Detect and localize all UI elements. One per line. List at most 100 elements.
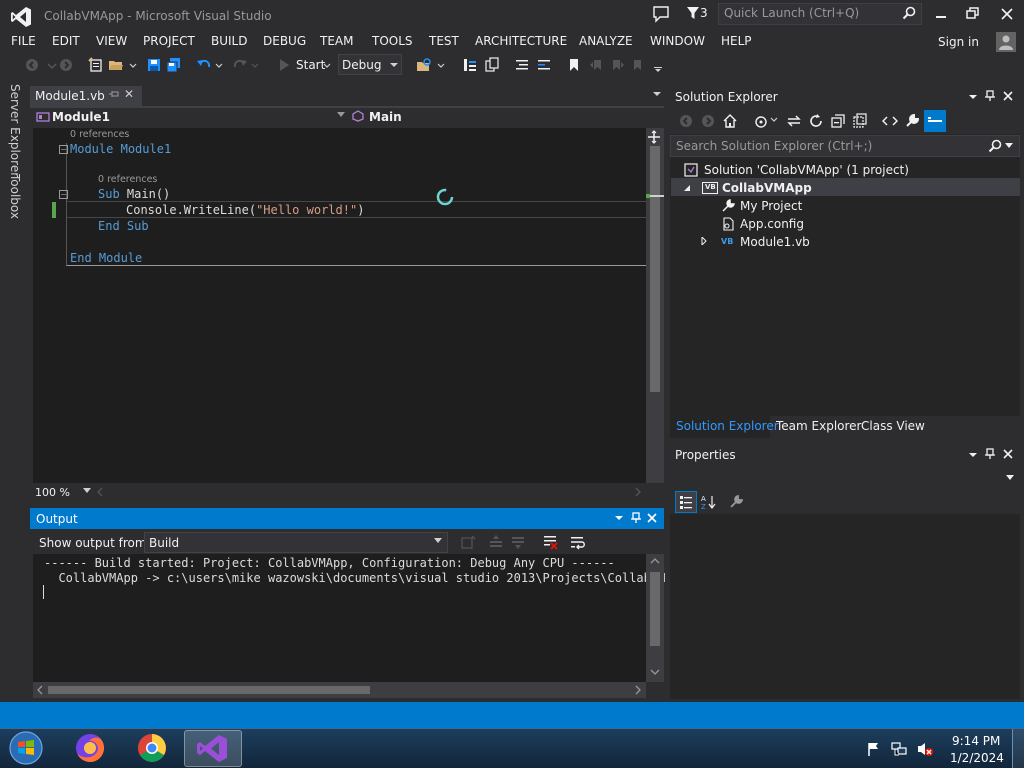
show-desktop-button[interactable] <box>1012 729 1024 768</box>
next-message-icon[interactable] <box>510 534 526 550</box>
close-window-button[interactable] <box>992 4 1022 24</box>
dropdown-arrow-icon[interactable] <box>214 57 230 73</box>
notification-icon[interactable] <box>652 5 670 23</box>
chevron-down-icon[interactable] <box>386 57 402 73</box>
pin-icon[interactable] <box>984 90 996 102</box>
previous-bookmark-icon[interactable] <box>588 57 604 73</box>
navigate-forward-icon[interactable] <box>58 57 74 73</box>
window-position-dropdown-icon[interactable] <box>968 92 978 102</box>
menu-analyze[interactable]: ANALYZE <box>579 34 633 48</box>
tree-item-solution[interactable]: Solution 'CollabVMApp' (1 project) <box>704 163 909 177</box>
close-icon[interactable] <box>1002 448 1014 460</box>
member-dropdown[interactable]: Main <box>369 110 402 124</box>
pending-changes-filter-icon[interactable] <box>754 113 770 129</box>
menu-debug[interactable]: DEBUG <box>263 34 306 48</box>
menu-build[interactable]: BUILD <box>211 34 247 48</box>
action-center-flag-icon[interactable] <box>866 741 882 757</box>
window-position-dropdown-icon[interactable] <box>968 450 978 460</box>
home-icon[interactable] <box>722 113 738 129</box>
tab-team-explorer[interactable]: Team Explorer <box>776 419 862 433</box>
scroll-right-icon[interactable] <box>634 685 642 695</box>
refresh-icon[interactable] <box>808 113 824 129</box>
chrome-taskbar-icon[interactable] <box>124 730 180 766</box>
close-icon[interactable] <box>1002 90 1014 102</box>
collapse-toggle[interactable]: − <box>59 145 68 154</box>
toolbox-tab[interactable]: Toolbox <box>8 174 22 219</box>
bookmark-icon[interactable] <box>566 57 582 73</box>
alphabetical-sort-icon[interactable]: AZ <box>700 494 716 510</box>
menu-architecture[interactable]: ARCHITECTURE <box>475 34 567 48</box>
network-icon[interactable] <box>890 741 908 757</box>
dropdown-arrow-icon[interactable] <box>436 57 452 73</box>
chevron-down-icon[interactable] <box>434 538 442 544</box>
navigate-back-icon[interactable] <box>24 57 40 73</box>
clear-bookmarks-icon[interactable] <box>630 57 646 73</box>
codelens-references[interactable]: 0 references <box>98 174 157 185</box>
menu-file[interactable]: FILE <box>11 34 36 48</box>
navigate-forward-icon[interactable] <box>700 113 716 129</box>
clock-date[interactable]: 1/2/2024 <box>950 751 1004 765</box>
show-all-files-icon[interactable] <box>852 113 868 129</box>
tab-list-dropdown-icon[interactable] <box>652 90 662 98</box>
chevron-down-icon[interactable] <box>1006 475 1014 481</box>
undo-icon[interactable] <box>196 57 212 73</box>
menu-tools[interactable]: TOOLS <box>372 34 413 48</box>
tree-item-app-config[interactable]: App.config <box>740 217 804 231</box>
volume-muted-icon[interactable] <box>916 741 934 757</box>
documents-icon[interactable] <box>484 57 500 73</box>
uncomment-lines-icon[interactable] <box>536 57 552 73</box>
chevron-down-icon[interactable] <box>83 488 91 494</box>
menu-help[interactable]: HELP <box>721 34 752 48</box>
search-icon[interactable] <box>902 6 916 20</box>
tree-item-my-project[interactable]: My Project <box>740 199 802 213</box>
wrench-icon[interactable] <box>904 113 920 129</box>
collapse-toggle[interactable]: − <box>59 190 68 199</box>
menu-edit[interactable]: EDIT <box>52 34 80 48</box>
visual-studio-taskbar-button[interactable] <box>184 730 242 767</box>
scroll-left-icon[interactable] <box>36 685 44 695</box>
scroll-left-icon[interactable] <box>96 487 104 497</box>
dropdown-arrow-icon[interactable] <box>322 57 338 73</box>
zoom-level[interactable]: 100 % <box>35 486 70 499</box>
collapsed-arrow-icon[interactable] <box>700 237 708 245</box>
window-position-dropdown-icon[interactable] <box>614 513 624 523</box>
find-in-files-icon[interactable] <box>416 57 432 73</box>
toolbar-overflow-icon[interactable] <box>650 57 666 73</box>
scroll-right-icon[interactable] <box>634 487 642 497</box>
menu-team[interactable]: TEAM <box>320 34 353 48</box>
open-folder-icon[interactable] <box>108 57 124 73</box>
save-icon[interactable] <box>146 57 162 73</box>
search-icon[interactable] <box>988 139 1002 153</box>
view-code-icon[interactable] <box>882 113 898 129</box>
expanded-arrow-icon[interactable] <box>683 184 691 192</box>
scroll-up-icon[interactable] <box>650 557 660 565</box>
scroll-down-icon[interactable] <box>650 668 660 676</box>
minimize-button[interactable] <box>926 4 956 24</box>
word-wrap-icon[interactable] <box>570 534 586 550</box>
menu-test[interactable]: TEST <box>429 34 459 48</box>
find-message-icon[interactable] <box>460 534 476 550</box>
split-window-icon[interactable] <box>647 130 661 144</box>
tree-item-project[interactable]: CollabVMApp <box>722 181 812 195</box>
collapse-all-icon[interactable] <box>830 113 846 129</box>
dropdown-arrow-icon[interactable] <box>128 57 144 73</box>
type-dropdown[interactable]: Module1 <box>52 110 110 124</box>
chevron-down-icon[interactable] <box>337 112 345 118</box>
clear-all-icon[interactable] <box>542 534 558 550</box>
windows-start-button[interactable] <box>6 730 46 766</box>
scrollbar-thumb[interactable] <box>650 572 660 646</box>
tab-class-view[interactable]: Class View <box>861 419 925 433</box>
server-explorer-tab[interactable]: Server Explorer <box>8 84 22 177</box>
pin-icon[interactable] <box>108 89 120 99</box>
categorized-button[interactable] <box>675 491 697 513</box>
previous-message-icon[interactable] <box>488 534 504 550</box>
properties-object-select[interactable] <box>670 466 1020 488</box>
property-pages-icon[interactable] <box>728 494 744 510</box>
sync-with-active-document-icon[interactable] <box>786 113 802 129</box>
start-debugging-icon[interactable] <box>276 57 292 73</box>
dropdown-arrow-icon[interactable] <box>250 57 266 73</box>
chevron-down-icon[interactable] <box>770 116 778 124</box>
menu-project[interactable]: PROJECT <box>143 34 195 48</box>
start-button[interactable]: Start <box>296 58 325 72</box>
close-tab-button[interactable]: ✕ <box>124 87 134 101</box>
